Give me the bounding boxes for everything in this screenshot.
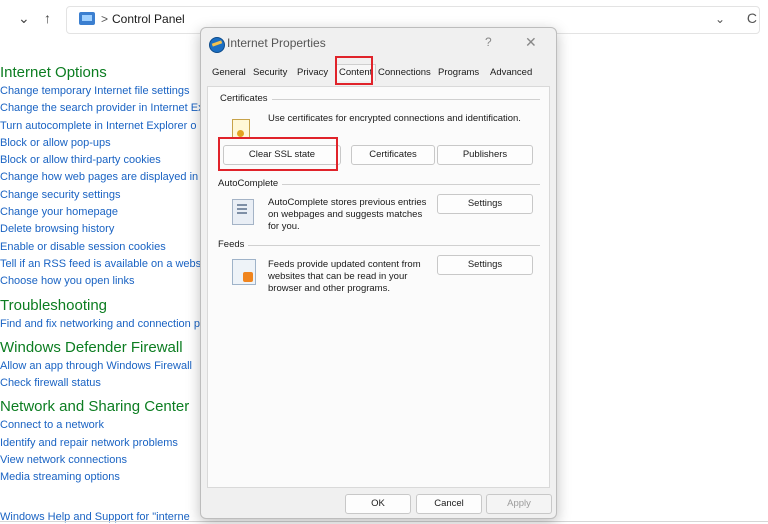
breadcrumb-control-panel[interactable]: Control Panel — [112, 12, 185, 26]
cancel-button[interactable]: Cancel — [416, 494, 482, 514]
close-button[interactable]: ✕ — [525, 34, 537, 51]
autocomplete-settings-button[interactable]: Settings — [437, 194, 533, 214]
breadcrumb-separator: > — [101, 12, 109, 26]
task-link[interactable]: Change the search provider in Internet E… — [0, 100, 210, 117]
task-link[interactable]: Enable or disable session cookies — [0, 239, 210, 256]
certificates-description: Use certificates for encrypted connectio… — [268, 113, 521, 124]
certificate-icon — [232, 119, 250, 139]
certificates-button[interactable]: Certificates — [351, 145, 435, 165]
feeds-line-2: websites that can be read in your — [268, 271, 408, 282]
section-title[interactable]: Network and Sharing Center — [0, 398, 210, 415]
autocomplete-label: AutoComplete — [218, 178, 283, 189]
help-button[interactable]: ? — [485, 35, 492, 49]
task-link[interactable]: Change temporary Internet file settings — [0, 83, 210, 100]
apply-button[interactable]: Apply — [486, 494, 552, 514]
section-title[interactable]: Internet Options — [0, 64, 210, 81]
control-panel-icon — [79, 12, 95, 25]
tab-general[interactable]: General — [212, 67, 246, 78]
internet-properties-dialog: Internet Properties ? ✕ General Security… — [200, 27, 557, 519]
control-panel-results: Internet Options Change temporary Interne… — [0, 58, 210, 487]
task-link[interactable]: Find and fix networking and connection p — [0, 316, 210, 333]
task-link[interactable]: Media streaming options — [0, 469, 210, 486]
autocomplete-icon — [232, 199, 254, 225]
feeds-label: Feeds — [218, 239, 249, 250]
task-link[interactable]: Choose how you open links — [0, 273, 210, 290]
recent-locations-chevron-icon[interactable]: ⌄ — [18, 10, 30, 27]
task-link[interactable]: View network connections — [0, 452, 210, 469]
feeds-line-1: Feeds provide updated content from — [268, 259, 421, 270]
task-link[interactable]: Change your homepage — [0, 204, 210, 221]
address-dropdown-chevron-icon[interactable]: ⌄ — [715, 12, 725, 26]
autocomplete-line-1: AutoComplete stores previous entries — [268, 197, 427, 208]
task-link[interactable]: Delete browsing history — [0, 221, 210, 238]
dialog-title: Internet Properties — [227, 36, 326, 50]
clear-ssl-highlight — [218, 137, 338, 171]
task-link[interactable]: Turn autocomplete in Internet Explorer o — [0, 118, 210, 135]
tab-programs[interactable]: Programs — [438, 67, 479, 78]
certificates-label: Certificates — [220, 93, 272, 104]
ok-button[interactable]: OK — [345, 494, 411, 514]
task-link[interactable]: Block or allow pop-ups — [0, 135, 210, 152]
task-link[interactable]: Block or allow third-party cookies — [0, 152, 210, 169]
refresh-icon[interactable]: C — [747, 10, 757, 26]
publishers-button[interactable]: Publishers — [437, 145, 533, 165]
internet-explorer-icon — [209, 37, 225, 53]
autocomplete-line-2: on webpages and suggests matches — [268, 209, 423, 220]
feeds-line-3: browser and other programs. — [268, 283, 390, 294]
feeds-icon — [232, 259, 256, 285]
dialog-titlebar: Internet Properties ? ✕ — [201, 28, 556, 60]
task-link[interactable]: Allow an app through Windows Firewall — [0, 358, 210, 375]
autocomplete-line-3: for you. — [268, 221, 300, 232]
task-link[interactable]: Tell if an RSS feed is available on a we… — [0, 256, 210, 273]
divider — [0, 521, 768, 522]
up-arrow-icon[interactable]: ↑ — [44, 10, 51, 26]
content-tab-highlight — [335, 56, 373, 85]
feeds-group-line — [218, 245, 540, 246]
task-link[interactable]: Identify and repair network problems — [0, 435, 210, 452]
tab-connections[interactable]: Connections — [378, 67, 431, 78]
task-link[interactable]: Change how web pages are displayed in — [0, 169, 210, 186]
task-link[interactable]: Change security settings — [0, 187, 210, 204]
tab-advanced[interactable]: Advanced — [490, 67, 532, 78]
feeds-settings-button[interactable]: Settings — [437, 255, 533, 275]
section-title[interactable]: Troubleshooting — [0, 297, 210, 314]
section-title[interactable]: Windows Defender Firewall — [0, 339, 210, 356]
tab-privacy[interactable]: Privacy — [297, 67, 328, 78]
task-link[interactable]: Connect to a network — [0, 417, 210, 434]
tab-security[interactable]: Security — [253, 67, 287, 78]
task-link[interactable]: Check firewall status — [0, 375, 210, 392]
